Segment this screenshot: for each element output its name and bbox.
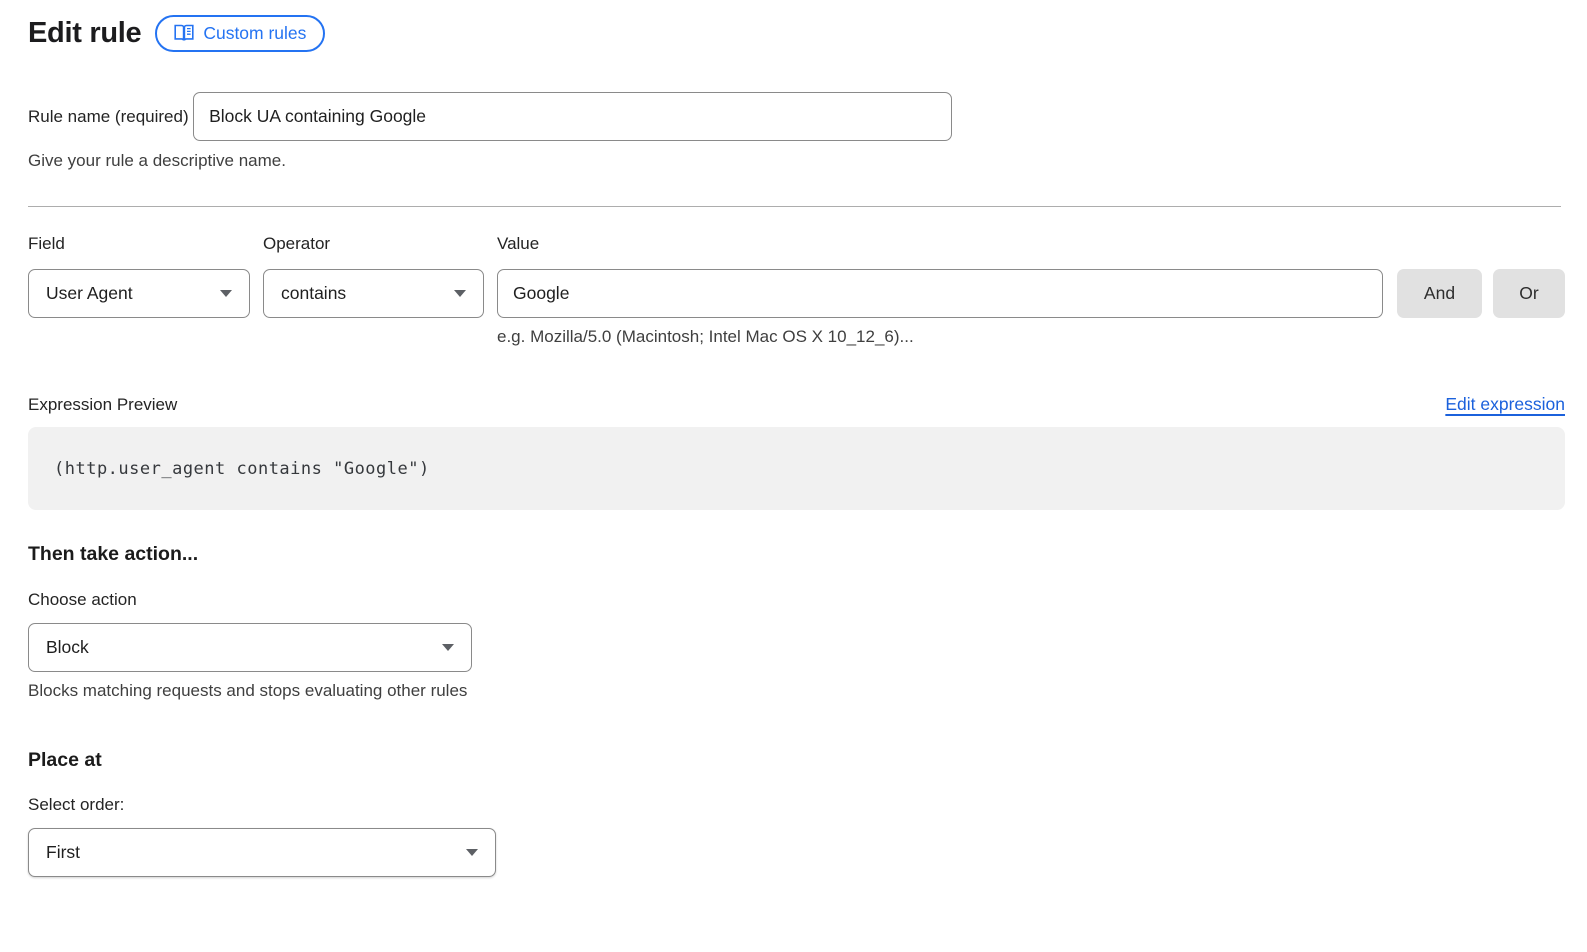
or-button[interactable]: Or — [1493, 269, 1565, 318]
custom-rules-badge[interactable]: Custom rules — [155, 15, 325, 52]
edit-rule-page: Edit rule Custom rules Rule name (requir… — [0, 0, 1565, 877]
operator-column: Operator contains — [263, 234, 484, 347]
section-divider — [28, 206, 1561, 207]
order-select-value: First — [46, 842, 80, 863]
field-label: Field — [28, 234, 250, 254]
expression-code-block: (http.user_agent contains "Google") — [28, 427, 1565, 510]
action-section: Then take action... Choose action Block … — [28, 543, 1565, 701]
chevron-down-icon — [454, 290, 466, 297]
chevron-down-icon — [220, 290, 232, 297]
value-input[interactable] — [497, 269, 1383, 318]
action-select-value: Block — [46, 637, 89, 658]
action-select[interactable]: Block — [28, 623, 472, 672]
condition-row: Field User Agent Operator contains Value… — [28, 234, 1565, 347]
order-select[interactable]: First — [28, 828, 496, 877]
expression-section: Expression Preview Edit expression (http… — [28, 394, 1565, 510]
edit-expression-link[interactable]: Edit expression — [1445, 394, 1565, 415]
select-order-label: Select order: — [28, 795, 1565, 815]
expression-preview-label: Expression Preview — [28, 395, 177, 415]
open-book-icon — [174, 24, 194, 42]
operator-select-value: contains — [281, 283, 346, 304]
expression-header: Expression Preview Edit expression — [28, 394, 1565, 415]
place-at-heading: Place at — [28, 749, 1565, 772]
operator-label: Operator — [263, 234, 484, 254]
chevron-down-icon — [466, 849, 478, 856]
value-column: Value e.g. Mozilla/5.0 (Macintosh; Intel… — [497, 234, 1383, 347]
page-title: Edit rule — [28, 17, 141, 50]
action-help: Blocks matching requests and stops evalu… — [28, 681, 1565, 701]
expression-code: (http.user_agent contains "Google") — [54, 459, 430, 479]
and-button[interactable]: And — [1397, 269, 1482, 318]
field-select[interactable]: User Agent — [28, 269, 250, 318]
rule-name-label: Rule name (required) — [28, 107, 189, 126]
field-select-value: User Agent — [46, 283, 133, 304]
value-label: Value — [497, 234, 1383, 254]
rule-name-section: Rule name (required) Give your rule a de… — [28, 81, 1565, 171]
chevron-down-icon — [442, 644, 454, 651]
value-help: e.g. Mozilla/5.0 (Macintosh; Intel Mac O… — [497, 327, 1383, 347]
action-heading: Then take action... — [28, 543, 1565, 566]
rule-name-help: Give your rule a descriptive name. — [28, 151, 1565, 171]
rule-name-input[interactable] — [193, 92, 952, 141]
operator-select[interactable]: contains — [263, 269, 484, 318]
choose-action-label: Choose action — [28, 590, 1565, 610]
page-header: Edit rule Custom rules — [28, 14, 1565, 52]
field-column: Field User Agent — [28, 234, 250, 347]
custom-rules-badge-label: Custom rules — [203, 23, 306, 44]
placement-section: Place at Select order: First — [28, 749, 1565, 877]
